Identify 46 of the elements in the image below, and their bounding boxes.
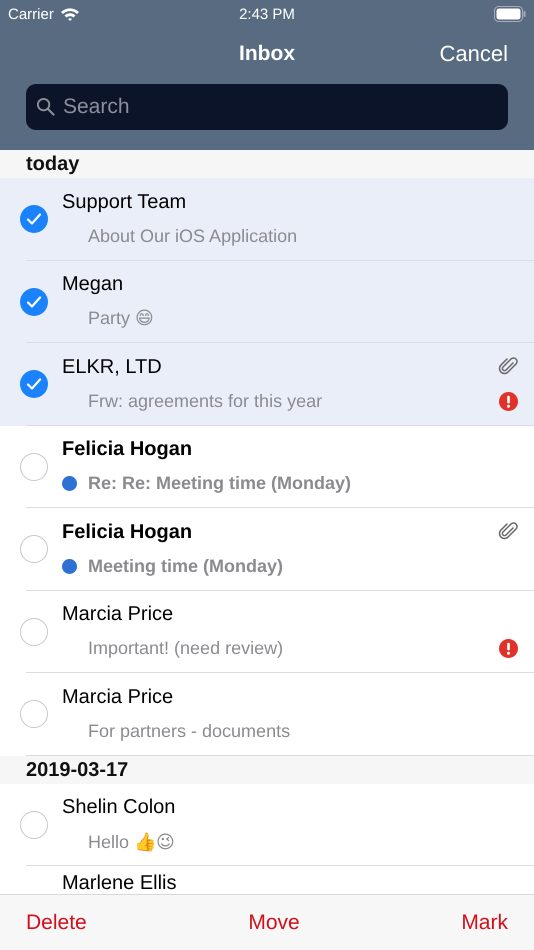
message-row[interactable]: Megan Party 😄 — [0, 260, 534, 343]
message-subject: Re: Re: Meeting time (Monday) — [88, 473, 352, 494]
toolbar-button[interactable]: Delete — [26, 910, 87, 934]
message-subject: Frw: agreements for this year — [88, 390, 322, 412]
message-row[interactable]: Shelin Colon Hello 👍😉 — [0, 784, 534, 866]
status-time: 2:43 PM — [239, 6, 295, 22]
message-subject: Party 😄 — [88, 308, 154, 330]
cancel-button[interactable]: Cancel — [440, 41, 508, 67]
checked-checkbox[interactable] — [20, 370, 48, 398]
message-row[interactable]: Marcia Price Important! (need review) — [0, 590, 534, 673]
sender-name: Marlene Ellis — [62, 872, 176, 894]
message-row[interactable]: Marlene Ellis — [0, 866, 534, 894]
message-subject: Meeting time (Monday) — [88, 556, 284, 577]
sender-name: ELKR, LTD — [62, 356, 162, 379]
checkbox[interactable] — [20, 535, 48, 564]
sender-name: Megan — [62, 273, 124, 296]
toolbar-button[interactable]: Move — [248, 910, 300, 934]
checked-checkbox[interactable] — [20, 288, 48, 316]
carrier-label: Carrier — [8, 6, 54, 22]
message-row[interactable]: ELKR, LTD Frw: agreements for this year — [0, 343, 534, 426]
sender-name: Shelin Colon — [62, 796, 176, 820]
section-header: 2019-03-17 — [0, 756, 534, 784]
sender-name: Felicia Hogan — [62, 520, 192, 544]
wifi-icon — [60, 7, 80, 21]
sender-name: Marcia Price — [62, 686, 174, 709]
sender-name: Marcia Price — [62, 603, 174, 626]
message-row[interactable]: Felicia Hogan Re: Re: Meeting time (Monday) — [0, 426, 534, 508]
checkbox[interactable] — [20, 618, 48, 646]
checkbox[interactable] — [20, 452, 48, 481]
message-row[interactable]: Felicia Hogan Meeting time (Monday) — [0, 508, 534, 590]
sender-name: Support Team — [62, 190, 186, 214]
sender-name: Felicia Hogan — [62, 438, 192, 462]
checkbox[interactable] — [20, 810, 48, 839]
message-row[interactable]: Support Team About Our iOS Application — [0, 178, 534, 260]
search-field[interactable]: Search — [26, 84, 508, 130]
battery-icon — [494, 6, 526, 22]
message-subject: Hello 👍😉 — [88, 830, 175, 853]
checkbox[interactable] — [20, 700, 48, 728]
message-subject: For partners - documents — [88, 720, 290, 742]
message-row[interactable]: Marcia Price For partners - documents — [0, 673, 534, 756]
section-header: today — [0, 150, 534, 178]
message-subject: About Our iOS Application — [88, 226, 298, 247]
checked-checkbox[interactable] — [20, 205, 48, 234]
inbox-title: Inbox — [239, 42, 295, 66]
message-subject: Important! (need review) — [88, 638, 284, 660]
toolbar-button[interactable]: Mark — [461, 910, 508, 934]
